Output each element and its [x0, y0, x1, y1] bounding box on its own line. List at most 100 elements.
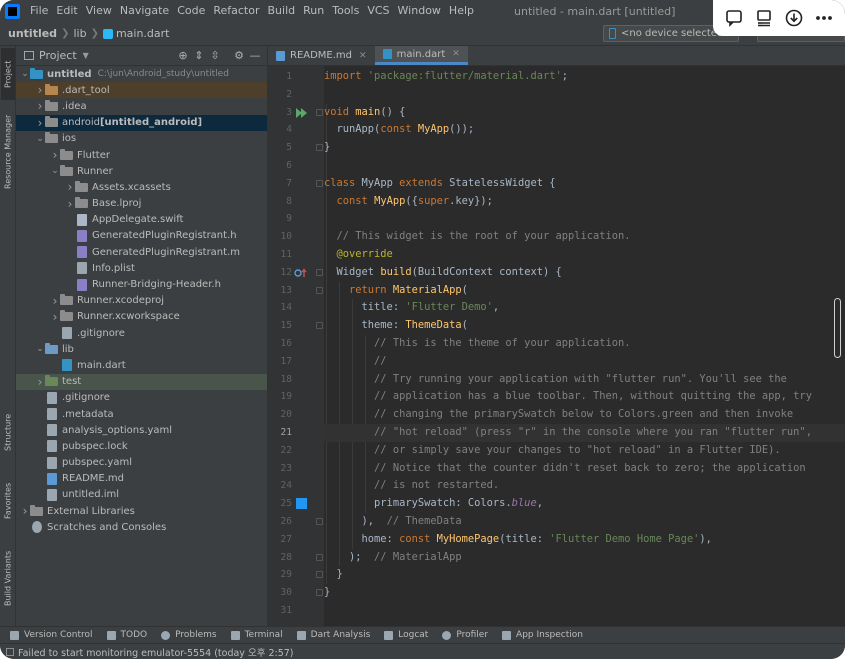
tree-item[interactable]: › External Libraries: [16, 503, 267, 519]
menu-view[interactable]: View: [82, 0, 116, 22]
menu-vcs[interactable]: VCS: [363, 0, 393, 22]
tree-item[interactable]: ⌄ ios: [16, 131, 267, 147]
menu-tools[interactable]: Tools: [328, 0, 363, 22]
download-icon[interactable]: [783, 7, 805, 29]
fold-marker-icon[interactable]: [316, 518, 323, 525]
locate-icon[interactable]: ⊕: [175, 49, 191, 62]
tool-logcat[interactable]: Logcat: [384, 630, 428, 640]
tool-tab-project[interactable]: Project: [1, 48, 15, 100]
menu-navigate[interactable]: Navigate: [116, 0, 173, 22]
chevron-right-icon[interactable]: ›: [35, 99, 45, 113]
fold-marker-icon[interactable]: [316, 322, 323, 330]
menu-file[interactable]: File: [26, 0, 52, 22]
chevron-right-icon[interactable]: ›: [35, 83, 45, 97]
tool-app-inspection[interactable]: App Inspection: [502, 630, 583, 640]
hide-panel-icon[interactable]: —: [247, 49, 263, 62]
breadcrumb-file[interactable]: main.dart: [99, 27, 174, 40]
chevron-right-icon[interactable]: ›: [35, 116, 45, 130]
tool-profiler[interactable]: Profiler: [442, 630, 488, 640]
close-icon[interactable]: ✕: [452, 49, 460, 59]
fold-marker-icon[interactable]: [316, 571, 323, 579]
menu-help[interactable]: Help: [445, 0, 478, 22]
tree-item[interactable]: ⌄ lib: [16, 341, 267, 357]
tree-item[interactable]: analysis_options.yaml: [16, 422, 267, 438]
menu-refactor[interactable]: Refactor: [209, 0, 263, 22]
tool-tab-favorites[interactable]: Favorites: [1, 476, 15, 526]
tree-item[interactable]: ⌄ Runner: [16, 163, 267, 179]
fold-marker-icon[interactable]: [316, 553, 323, 561]
tree-item[interactable]: GeneratedPluginRegistrant.m: [16, 244, 267, 260]
chevron-right-icon[interactable]: ›: [65, 180, 75, 194]
fold-marker-icon[interactable]: [316, 286, 323, 294]
tree-item[interactable]: ⌄ untitled C:\jun\Android_study\untitled: [16, 66, 267, 82]
tab-main-dart[interactable]: main.dart ✕: [374, 46, 468, 65]
tree-item[interactable]: › Runner.xcodeproj: [16, 293, 267, 309]
gear-icon[interactable]: ⚙: [231, 49, 247, 62]
menu-run[interactable]: Run: [299, 0, 328, 22]
status-toggle-icon[interactable]: [6, 647, 14, 656]
project-view-selector[interactable]: Project: [39, 49, 77, 62]
tool-tab-structure[interactable]: Structure: [1, 408, 15, 456]
fold-marker-icon[interactable]: [316, 108, 323, 116]
tree-item[interactable]: Info.plist: [16, 260, 267, 276]
tool-version-control[interactable]: Version Control: [10, 630, 93, 640]
fold-marker-icon[interactable]: [316, 589, 323, 597]
tree-item[interactable]: .gitignore: [16, 390, 267, 406]
collapse-all-icon[interactable]: ⇳: [207, 49, 223, 62]
tree-item[interactable]: AppDelegate.swift: [16, 212, 267, 228]
tree-item[interactable]: Runner-Bridging-Header.h: [16, 276, 267, 292]
chevron-down-icon[interactable]: ▼: [83, 51, 89, 60]
more-icon[interactable]: [813, 7, 835, 29]
tree-item[interactable]: Scratches and Consoles: [16, 519, 267, 535]
tree-item[interactable]: › Base.lproj: [16, 196, 267, 212]
tool-dart-analysis[interactable]: Dart Analysis: [296, 630, 370, 640]
chevron-right-icon[interactable]: ›: [20, 504, 30, 518]
tool-tab-build-variants[interactable]: Build Variants: [1, 544, 15, 612]
tool-tab-resource-manager[interactable]: Resource Manager: [1, 106, 15, 198]
chevron-right-icon[interactable]: ›: [35, 375, 45, 389]
chevron-right-icon[interactable]: ›: [65, 197, 75, 211]
tree-item[interactable]: README.md: [16, 471, 267, 487]
tool-problems[interactable]: Problems: [161, 630, 217, 640]
tree-item[interactable]: › android [untitled_android]: [16, 114, 267, 131]
tree-item[interactable]: › Runner.xcworkspace: [16, 309, 267, 325]
chevron-down-icon[interactable]: ⌄: [50, 166, 60, 176]
breadcrumb-project[interactable]: untitled: [4, 27, 61, 40]
close-icon[interactable]: ✕: [359, 51, 367, 61]
fold-marker-icon[interactable]: [316, 179, 323, 187]
expand-all-icon[interactable]: ⇕: [191, 49, 207, 62]
chevron-right-icon[interactable]: ›: [50, 310, 60, 324]
tab-readme[interactable]: README.md ✕: [268, 46, 375, 65]
color-swatch-icon[interactable]: [296, 498, 307, 510]
status-message[interactable]: Failed to start monitoring emulator-5554…: [18, 645, 294, 659]
tree-item[interactable]: .gitignore: [16, 325, 267, 341]
tree-item[interactable]: › .dart_tool: [16, 82, 267, 99]
run-gutter-icon[interactable]: [296, 107, 307, 118]
tree-item[interactable]: pubspec.lock: [16, 438, 267, 454]
vertical-scrollbar[interactable]: [834, 298, 841, 358]
chevron-right-icon[interactable]: ›: [50, 148, 60, 162]
chevron-down-icon[interactable]: ⌄: [20, 69, 30, 79]
chevron-down-icon[interactable]: ⌄: [35, 344, 45, 354]
breadcrumb-lib[interactable]: lib: [69, 27, 90, 40]
comment-icon[interactable]: [723, 7, 745, 29]
fold-marker-icon[interactable]: [316, 144, 323, 152]
tree-item[interactable]: main.dart: [16, 357, 267, 373]
chevron-down-icon[interactable]: ⌄: [35, 134, 45, 144]
tool-terminal[interactable]: Terminal: [230, 630, 283, 640]
tree-item[interactable]: GeneratedPluginRegistrant.h: [16, 228, 267, 244]
tree-item[interactable]: › Flutter: [16, 147, 267, 163]
menu-code[interactable]: Code: [173, 0, 209, 22]
tree-item[interactable]: › test: [16, 373, 267, 390]
screen-icon[interactable]: [753, 7, 775, 29]
tool-todo[interactable]: TODO: [106, 630, 147, 640]
fold-marker-icon[interactable]: [316, 268, 323, 276]
override-gutter-icon[interactable]: [294, 268, 308, 277]
menu-build[interactable]: Build: [264, 0, 300, 22]
tree-item[interactable]: untitled.iml: [16, 487, 267, 503]
tree-item[interactable]: .metadata: [16, 406, 267, 422]
chevron-right-icon[interactable]: ›: [50, 294, 60, 308]
code-text-area[interactable]: import 'package:flutter/material.dart'; …: [324, 66, 845, 626]
tree-item[interactable]: › .idea: [16, 98, 267, 114]
tree-item[interactable]: › Assets.xcassets: [16, 179, 267, 195]
